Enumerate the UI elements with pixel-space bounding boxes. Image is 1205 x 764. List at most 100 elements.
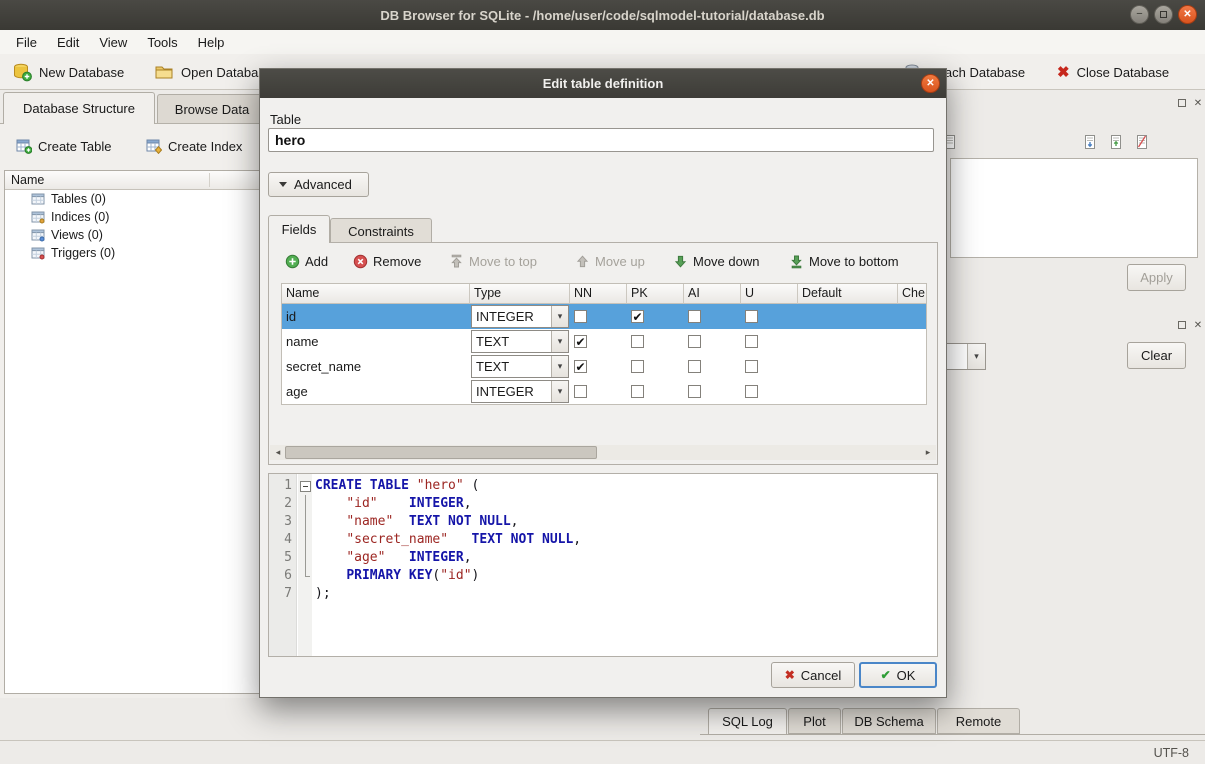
line-number: 3 — [269, 513, 297, 531]
maximize-icon — [1160, 11, 1167, 18]
edit-table-definition-dialog: Edit table definition ✕ Table Advanced F… — [259, 68, 947, 698]
column-header-ai[interactable]: AI — [684, 284, 741, 304]
cancel-icon: ✖ — [785, 669, 795, 681]
move-to-bottom-button[interactable]: Move to bottom — [789, 250, 899, 272]
remove-icon — [353, 254, 368, 269]
field-row-secret-name[interactable]: secret_name TEXT ▾ ✔ — [282, 354, 926, 379]
tab-plot[interactable]: Plot — [788, 708, 841, 734]
field-row-age[interactable]: age INTEGER ▾ — [282, 379, 926, 404]
move-to-top-button: Move to top — [449, 250, 537, 272]
u-checkbox[interactable] — [745, 335, 758, 348]
add-field-button[interactable]: Add — [285, 250, 328, 272]
ok-button[interactable]: ✔ OK — [859, 662, 937, 688]
sql-preview-editor[interactable]: 1 CREATE TABLE "hero" ( 2 "id" INTEGER, … — [268, 473, 938, 657]
column-header-u[interactable]: U — [741, 284, 798, 304]
statusbar: UTF-8 — [0, 740, 1205, 764]
field-type-combobox[interactable]: TEXT ▾ — [471, 355, 569, 378]
column-header-name[interactable]: Name — [282, 284, 470, 304]
field-type-combobox[interactable]: TEXT ▾ — [471, 330, 569, 353]
tree-item-label: Tables (0) — [51, 192, 106, 206]
menu-view[interactable]: View — [89, 32, 137, 53]
pk-checkbox[interactable]: ✔ — [631, 310, 644, 323]
table-name-input[interactable] — [268, 128, 934, 152]
tab-constraints[interactable]: Constraints — [330, 218, 432, 243]
menu-file[interactable]: File — [6, 32, 47, 53]
field-type-combobox[interactable]: INTEGER ▾ — [471, 305, 569, 328]
nn-checkbox[interactable]: ✔ — [574, 360, 587, 373]
scroll-left-icon[interactable]: ◂ — [270, 445, 286, 460]
horizontal-scrollbar[interactable]: ◂ ▸ — [270, 445, 936, 460]
pk-checkbox[interactable] — [631, 335, 644, 348]
remove-field-button[interactable]: Remove — [353, 250, 421, 272]
clear-button[interactable]: Clear — [1127, 342, 1186, 369]
move-to-bottom-label: Move to bottom — [809, 254, 899, 269]
scroll-right-icon[interactable]: ▸ — [920, 445, 936, 460]
cell-editor-area[interactable] — [950, 158, 1198, 258]
nn-checkbox[interactable]: ✔ — [574, 335, 587, 348]
column-header-type[interactable]: Type — [470, 284, 570, 304]
create-table-icon — [16, 138, 32, 154]
nn-checkbox[interactable] — [574, 310, 587, 323]
menu-tools[interactable]: Tools — [137, 32, 187, 53]
tab-database-structure[interactable]: Database Structure — [3, 92, 155, 124]
fold-guide — [297, 585, 312, 603]
field-type-combobox[interactable]: INTEGER ▾ — [471, 380, 569, 403]
menu-help[interactable]: Help — [188, 32, 235, 53]
ai-checkbox[interactable] — [688, 360, 701, 373]
move-down-button[interactable]: Move down — [673, 250, 759, 272]
column-header-pk[interactable]: PK — [627, 284, 684, 304]
fold-collapse-icon[interactable] — [297, 477, 312, 495]
pk-checkbox[interactable] — [631, 360, 644, 373]
nn-checkbox[interactable] — [574, 385, 587, 398]
new-database-label: New Database — [39, 65, 124, 80]
ai-checkbox[interactable] — [688, 385, 701, 398]
tab-db-schema[interactable]: DB Schema — [842, 708, 936, 734]
column-header-default[interactable]: Default — [798, 284, 898, 304]
dock2-float-button[interactable] — [1175, 318, 1189, 332]
tree-column-divider[interactable] — [209, 173, 210, 187]
column-header-nn[interactable]: NN — [570, 284, 627, 304]
create-index-button[interactable]: Create Index — [140, 133, 248, 159]
u-checkbox[interactable] — [745, 385, 758, 398]
create-table-button[interactable]: Create Table — [10, 133, 117, 159]
minimize-button[interactable]: − — [1130, 5, 1149, 24]
advanced-button[interactable]: Advanced — [268, 172, 369, 197]
cell-null-button[interactable] — [1130, 131, 1154, 153]
window-titlebar[interactable]: DB Browser for SQLite - /home/user/code/… — [0, 0, 1205, 30]
pk-checkbox[interactable] — [631, 385, 644, 398]
tab-fields[interactable]: Fields — [268, 215, 330, 243]
fold-guide — [297, 567, 312, 585]
open-database-button[interactable]: Open Database — [150, 58, 276, 86]
tree-item-label: Indices (0) — [51, 210, 109, 224]
cell-import-button[interactable] — [1078, 131, 1102, 153]
u-checkbox[interactable] — [745, 310, 758, 323]
close-database-button[interactable]: ✖ Close Database — [1053, 58, 1173, 86]
fields-pane: Add Remove Move to top Mo — [268, 242, 938, 465]
column-header-check[interactable]: Che — [898, 284, 926, 304]
tab-remote-label: Remote — [956, 714, 1002, 729]
dock-close-button[interactable]: ✕ — [1191, 96, 1205, 110]
u-checkbox[interactable] — [745, 360, 758, 373]
field-row-id[interactable]: id INTEGER ▾ ✔ — [282, 304, 926, 329]
tab-browse-data[interactable]: Browse Data — [157, 94, 267, 123]
dialog-title: Edit table definition — [543, 76, 664, 91]
cancel-button[interactable]: ✖ Cancel — [771, 662, 855, 688]
window-close-button[interactable]: ✕ — [1178, 5, 1197, 24]
scrollbar-thumb[interactable] — [285, 446, 597, 459]
dialog-close-button[interactable]: ✕ — [921, 74, 940, 93]
line-number: 2 — [269, 495, 297, 513]
dock-float-button[interactable] — [1175, 96, 1189, 110]
field-row-name[interactable]: name TEXT ▾ ✔ — [282, 329, 926, 354]
maximize-button[interactable] — [1154, 5, 1173, 24]
dialog-titlebar[interactable]: Edit table definition ✕ — [260, 69, 946, 98]
new-database-button[interactable]: New Database — [8, 58, 128, 86]
ok-icon: ✔ — [881, 669, 891, 681]
tab-remote[interactable]: Remote — [937, 708, 1020, 734]
dock2-close-button[interactable]: ✕ — [1191, 318, 1205, 332]
triggers-icon — [31, 246, 45, 260]
cell-export-button[interactable] — [1104, 131, 1128, 153]
tab-sql-log[interactable]: SQL Log — [708, 708, 787, 735]
menu-edit[interactable]: Edit — [47, 32, 89, 53]
ai-checkbox[interactable] — [688, 335, 701, 348]
ai-checkbox[interactable] — [688, 310, 701, 323]
